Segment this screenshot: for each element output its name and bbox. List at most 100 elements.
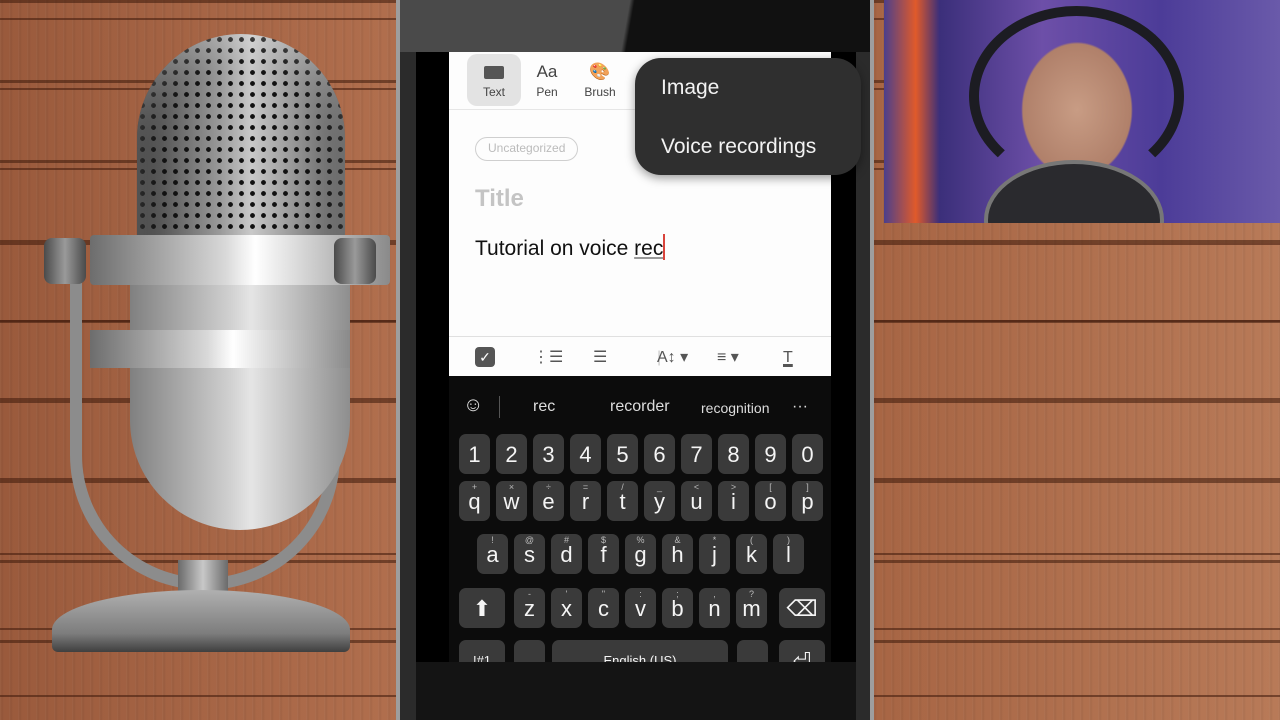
key-o[interactable]: [o bbox=[755, 481, 786, 521]
key-b[interactable]: ; b bbox=[662, 588, 693, 628]
text-style-button[interactable]: T bbox=[783, 347, 793, 369]
key-l[interactable]: ) l bbox=[773, 534, 804, 574]
mic-band bbox=[90, 330, 350, 368]
key-label: h bbox=[671, 542, 684, 567]
insert-menu: Image Voice recordings bbox=[635, 58, 861, 175]
numbered-list-button[interactable]: ⋮☰ bbox=[533, 347, 563, 369]
tool-brush[interactable]: 🎨 Brush bbox=[573, 54, 627, 106]
mic-knob bbox=[44, 238, 86, 284]
key-label: o bbox=[764, 489, 777, 514]
more-suggestions-icon[interactable]: ··· bbox=[792, 398, 808, 416]
key-a[interactable]: ! a bbox=[477, 534, 508, 574]
key-alt-symbol: - bbox=[528, 589, 531, 599]
key-v[interactable]: :v bbox=[625, 588, 656, 628]
key-y[interactable]: _ y bbox=[644, 481, 675, 521]
key-label: v bbox=[635, 596, 646, 621]
key-q[interactable]: + q bbox=[459, 481, 490, 521]
key-label: 2 bbox=[505, 442, 518, 467]
key-x[interactable]: ' x bbox=[551, 588, 582, 628]
suggestion-recorder[interactable]: recorder bbox=[610, 398, 670, 416]
key-label: e bbox=[542, 489, 555, 514]
tool-pen[interactable]: Aa Pen bbox=[520, 54, 574, 106]
text-caret bbox=[663, 234, 665, 260]
key-2[interactable]: 2 bbox=[496, 434, 527, 474]
key-label: 1 bbox=[468, 442, 481, 467]
key-label: q bbox=[468, 489, 481, 514]
emoji-toggle-icon[interactable]: ☺ bbox=[463, 394, 483, 417]
suggestion-divider bbox=[499, 396, 500, 418]
key-alt-symbol: @ bbox=[524, 535, 535, 545]
key-7[interactable]: 7 bbox=[681, 434, 712, 474]
key-s[interactable]: @ s bbox=[514, 534, 545, 574]
key-alt-symbol: & bbox=[674, 535, 681, 545]
key-f[interactable]: $ f bbox=[588, 534, 619, 574]
key-z[interactable]: -z bbox=[514, 588, 545, 628]
key-i[interactable]: > i bbox=[718, 481, 749, 521]
font-size-button[interactable]: A↕ ▾ bbox=[657, 347, 688, 369]
align-button[interactable]: ≡ ▾ bbox=[717, 347, 739, 369]
shift-key[interactable]: ⬆ bbox=[459, 588, 505, 628]
key-label: r bbox=[581, 489, 590, 514]
bulleted-list-icon: ☰ bbox=[593, 349, 608, 366]
key-w[interactable]: × w bbox=[496, 481, 527, 521]
key-label: n bbox=[708, 596, 721, 621]
key-label: p bbox=[801, 489, 814, 514]
key-d[interactable]: # d bbox=[551, 534, 582, 574]
menu-item-image[interactable]: Image bbox=[661, 76, 719, 100]
key-h[interactable]: & h bbox=[662, 534, 693, 574]
key-label: 3 bbox=[542, 442, 555, 467]
key-p[interactable]: ] p bbox=[792, 481, 823, 521]
key-label: 8 bbox=[727, 442, 740, 467]
key-alt-symbol: ? bbox=[748, 589, 754, 599]
key-label: z bbox=[524, 596, 535, 621]
key-5[interactable]: 5 bbox=[607, 434, 638, 474]
phone-top-bezel bbox=[400, 0, 870, 52]
note-body-input[interactable]: Tutorial on voice rec bbox=[475, 234, 665, 261]
key-m[interactable]: ? m bbox=[736, 588, 767, 628]
key-j[interactable]: * j bbox=[699, 534, 730, 574]
key-alt-symbol: ( bbox=[750, 535, 753, 545]
key-6[interactable]: 6 bbox=[644, 434, 675, 474]
key-label: x bbox=[561, 596, 572, 621]
tool-text[interactable]: Text bbox=[467, 54, 521, 106]
key-alt-symbol: = bbox=[582, 482, 589, 492]
title-input[interactable]: Title bbox=[475, 185, 524, 213]
bulleted-list-button[interactable]: ☰ bbox=[593, 347, 607, 369]
key-label: 5 bbox=[616, 442, 629, 467]
key-k[interactable]: (k bbox=[736, 534, 767, 574]
checkbox-button[interactable]: ✓ bbox=[475, 347, 495, 369]
key-label: m bbox=[742, 596, 761, 621]
key-label: t bbox=[619, 489, 626, 514]
key-g[interactable]: % g bbox=[625, 534, 656, 574]
key-u[interactable]: < u bbox=[681, 481, 712, 521]
align-icon: ≡ ▾ bbox=[717, 349, 739, 366]
key-label: 9 bbox=[764, 442, 777, 467]
pen-icon: Aa bbox=[536, 62, 558, 81]
key-alt-symbol: ' bbox=[565, 589, 568, 599]
key-alt-symbol: + bbox=[471, 482, 478, 492]
key-label: y bbox=[654, 489, 665, 514]
suggestion-rec[interactable]: rec bbox=[533, 398, 555, 416]
key-c[interactable]: " c bbox=[588, 588, 619, 628]
backspace-key[interactable]: ⌫ bbox=[779, 588, 825, 628]
suggestion-recognition[interactable]: recognition bbox=[701, 400, 770, 416]
key-8[interactable]: 8 bbox=[718, 434, 749, 474]
key-label: w bbox=[503, 489, 520, 514]
key-n[interactable]: ,n bbox=[699, 588, 730, 628]
key-alt-symbol: ÷ bbox=[546, 482, 551, 492]
key-alt-symbol: " bbox=[601, 589, 606, 599]
menu-item-voice-recordings[interactable]: Voice recordings bbox=[661, 135, 816, 159]
category-chip[interactable]: Uncategorized bbox=[475, 137, 579, 161]
key-e[interactable]: ÷ e bbox=[533, 481, 564, 521]
key-3[interactable]: 3 bbox=[533, 434, 564, 474]
key-alt-symbol: : bbox=[639, 589, 642, 599]
format-toolbar: ✓ ⋮☰ ☰ | A↕ ▾ ≡ ▾ T bbox=[449, 336, 831, 376]
key-9[interactable]: 9 bbox=[755, 434, 786, 474]
key-r[interactable]: = r bbox=[570, 481, 601, 521]
key-alt-symbol: ) bbox=[787, 535, 790, 545]
key-0[interactable]: 0 bbox=[792, 434, 823, 474]
key-t[interactable]: / t bbox=[607, 481, 638, 521]
key-label: g bbox=[634, 542, 647, 567]
key-1[interactable]: 1 bbox=[459, 434, 490, 474]
key-4[interactable]: 4 bbox=[570, 434, 601, 474]
